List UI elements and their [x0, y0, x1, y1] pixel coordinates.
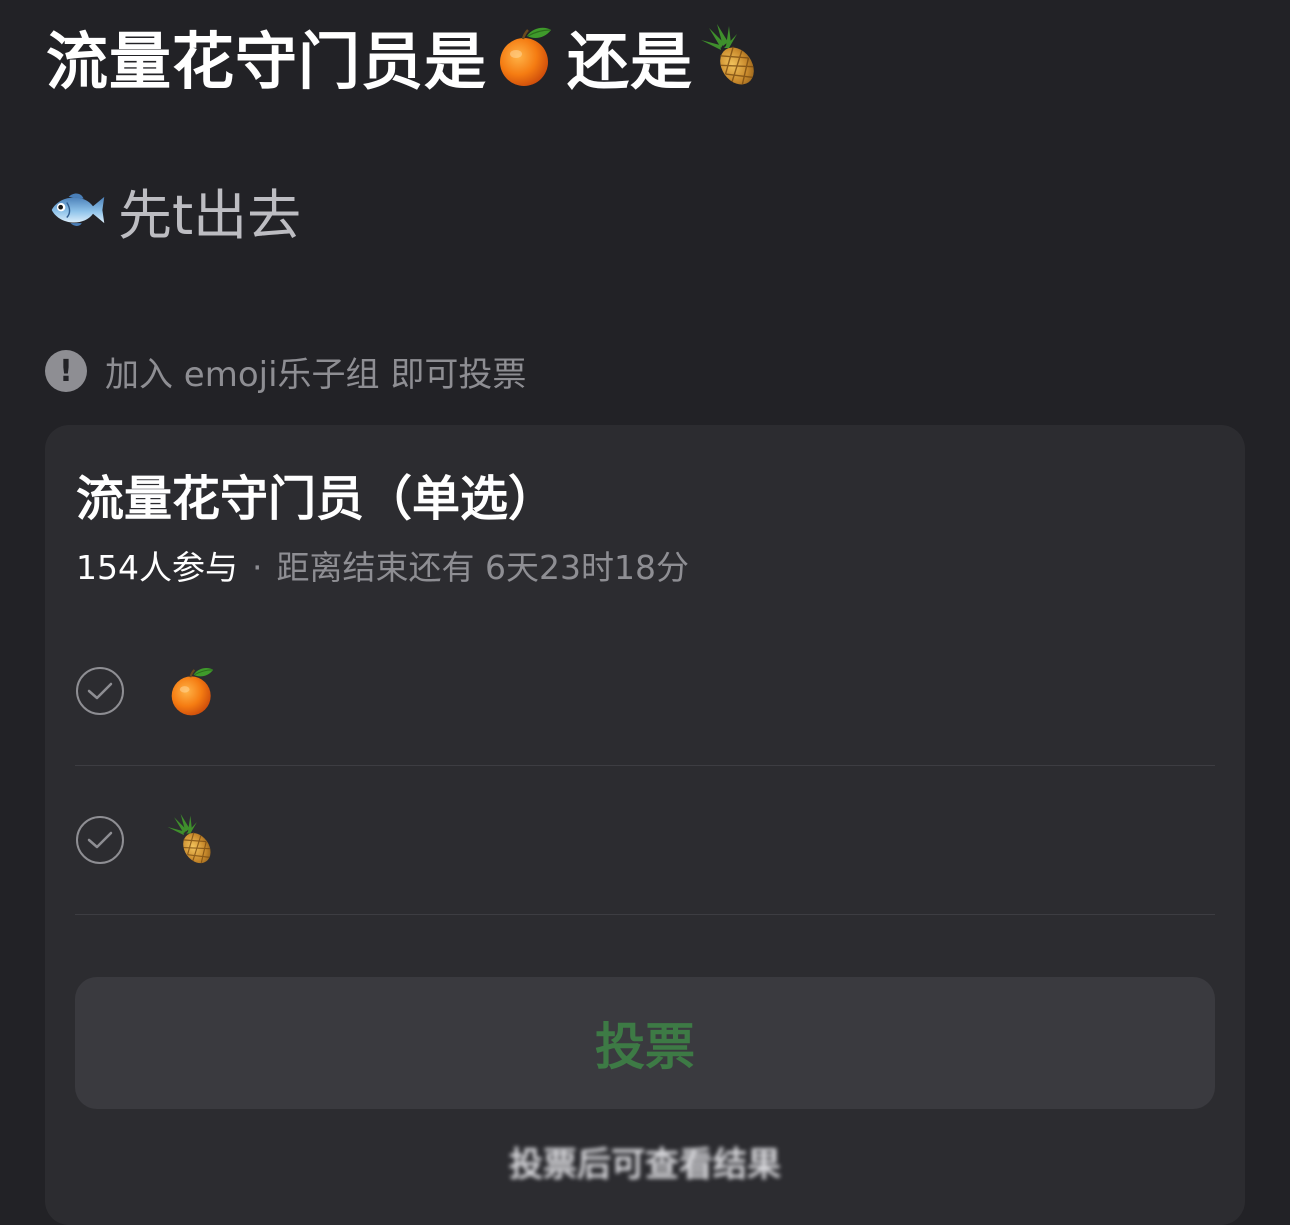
time-remaining: 距离结束还有 6天23时18分 — [276, 548, 689, 587]
post-title-text: 流量花守门员是 — [46, 25, 488, 98]
post-body: 先t出去 — [48, 172, 301, 248]
vote-button[interactable]: 投票 — [75, 977, 1215, 1109]
pineapple-icon — [699, 24, 763, 88]
participant-count: 154人参与 — [76, 548, 238, 587]
check-circle-icon[interactable] — [76, 667, 124, 715]
after-vote-note: 投票后可查看结果 — [509, 1145, 781, 1185]
post-body-text: 先t出去 — [118, 183, 302, 247]
pineapple-icon — [166, 814, 218, 866]
orange-icon — [166, 665, 218, 717]
fish-icon — [48, 187, 108, 233]
poll-card: 流量花守门员（单选） 154人参与 · 距离结束还有 6天23时18分 投票 投票后… — [45, 425, 1245, 1225]
notice-text: 加入 emoji乐子组 即可投票 — [105, 354, 527, 395]
orange-icon — [493, 24, 557, 88]
poll-option-orange[interactable] — [75, 617, 1215, 766]
poll-options — [75, 617, 1215, 915]
poll-option-pineapple[interactable] — [75, 766, 1215, 915]
post-title-text-2: 还是 — [567, 25, 694, 98]
meta-separator: · — [252, 548, 263, 587]
post-title: 流量花守门员是 还是 — [46, 14, 773, 98]
check-circle-icon[interactable] — [76, 816, 124, 864]
join-group-notice[interactable]: ! 加入 emoji乐子组 即可投票 — [45, 346, 526, 396]
poll-meta: 154人参与 · 距离结束还有 6天23时18分 — [76, 541, 689, 589]
poll-title: 流量花守门员（单选） — [76, 471, 557, 527]
alert-icon: ! — [45, 350, 87, 392]
